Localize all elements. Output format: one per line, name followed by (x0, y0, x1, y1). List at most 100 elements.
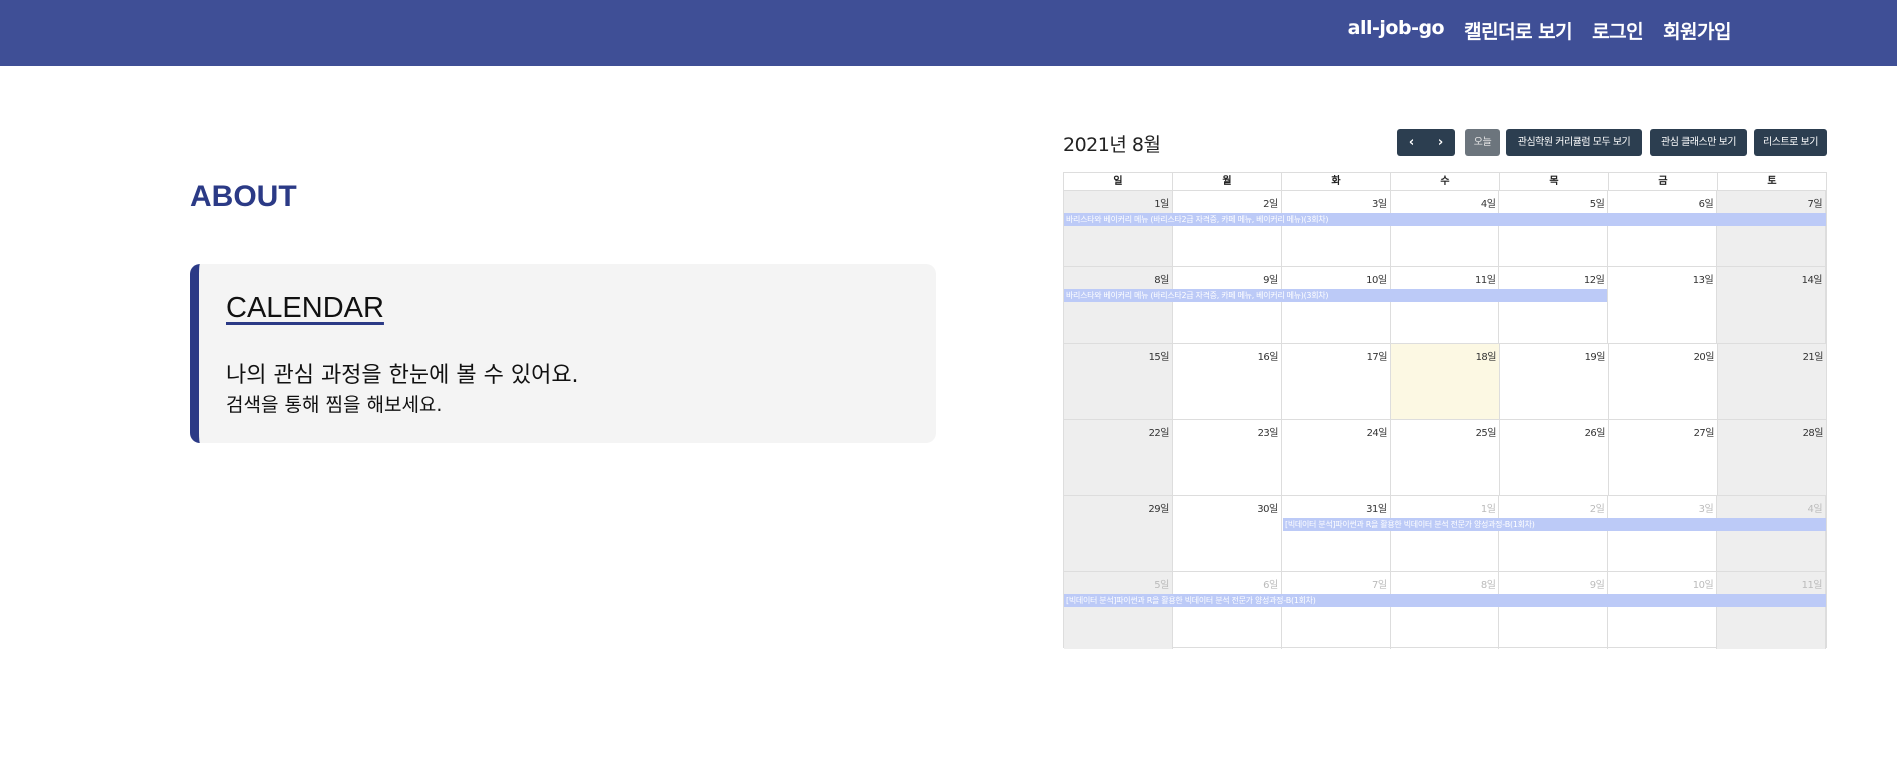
day-number: 31일 (1366, 504, 1387, 516)
weekday-tue: 화 (1282, 173, 1391, 190)
day-cell[interactable]: 12일 (1499, 267, 1609, 343)
day-number: 22일 (1148, 427, 1170, 439)
day-number: 26일 (1584, 427, 1606, 439)
calendar-view-link[interactable]: 캘린더로 보기 (1464, 17, 1573, 44)
day-cell[interactable]: 29일 (1064, 496, 1173, 572)
day-cell[interactable]: 30일 (1173, 496, 1282, 572)
day-number: 21일 (1802, 351, 1824, 363)
calendar-event[interactable]: [빅데이터 분석]파이썬과 R을 활용한 빅데이터 분석 전문가 양성과정-B(… (1064, 594, 1826, 608)
day-number: 24일 (1366, 427, 1388, 439)
login-link[interactable]: 로그인 (1592, 17, 1643, 44)
month-nav-group: ‹ › (1397, 129, 1455, 156)
calendar-event[interactable]: 바리스타와 베이커리 메뉴 (바리스타2급 자격증, 카페 메뉴, 베이커리 메… (1064, 289, 1607, 303)
day-number: 3일 (1372, 199, 1387, 210)
day-cell[interactable]: 7일 (1717, 191, 1827, 267)
day-number: 30일 (1257, 504, 1278, 516)
day-number: 13일 (1692, 275, 1714, 287)
day-number: 19일 (1584, 351, 1606, 363)
day-number: 9일 (1589, 580, 1605, 592)
day-number: 3일 (1698, 504, 1714, 516)
calendar-week-6: 5일 6일 7일 8일 9일 10일 11일 [빅데이터 분석]파이썬과 R을 … (1064, 572, 1827, 649)
card-title: CALENDAR (226, 292, 384, 324)
day-cell[interactable]: 21일 (1718, 343, 1826, 419)
weekday-sun: 일 (1064, 173, 1173, 190)
day-cell[interactable]: 5일 (1064, 572, 1173, 649)
day-cell[interactable]: 31일 (1282, 496, 1391, 572)
day-number: 10일 (1692, 580, 1714, 592)
day-cell[interactable]: 10일 (1282, 267, 1391, 343)
day-cell[interactable]: 8일 (1064, 267, 1173, 343)
day-cell[interactable]: 2일 (1499, 496, 1609, 572)
day-number: 15일 (1148, 351, 1170, 363)
day-cell[interactable]: 15일 (1064, 343, 1173, 419)
day-cell[interactable]: 1일 (1391, 496, 1500, 572)
day-cell[interactable]: 20일 (1609, 343, 1718, 419)
today-button[interactable]: 오늘 (1465, 129, 1500, 156)
day-cell[interactable]: 7일 (1282, 572, 1391, 649)
day-cell[interactable]: 14일 (1717, 267, 1827, 343)
day-number: 20일 (1693, 351, 1715, 363)
day-number: 7일 (1807, 199, 1823, 210)
day-number: 5일 (1154, 580, 1169, 592)
day-number: 5일 (1589, 199, 1605, 210)
day-cell[interactable]: 24일 (1282, 419, 1391, 496)
day-number: 6일 (1263, 580, 1278, 592)
day-cell[interactable]: 6일 (1173, 572, 1282, 649)
day-cell[interactable]: 9일 (1173, 267, 1282, 343)
brand-link[interactable]: all-job-go (1348, 17, 1445, 44)
calendar-week-5: 29일 30일 31일 1일 2일 3일 4일 [빅데이터 분석]파이썬과 R을… (1064, 496, 1827, 573)
day-cell[interactable]: 4일 (1717, 496, 1827, 572)
day-cell[interactable]: 26일 (1500, 419, 1609, 496)
day-cell[interactable]: 11일 (1717, 572, 1827, 649)
day-cell[interactable]: 4일 (1391, 191, 1500, 267)
day-cell[interactable]: 27일 (1609, 419, 1718, 496)
about-title: ABOUT (190, 180, 297, 213)
calendar-week-4: 22일 23일 24일 25일 26일 27일 28일 (1064, 419, 1826, 497)
day-cell[interactable]: 6일 (1608, 191, 1718, 267)
list-view-button[interactable]: 리스트로 보기 (1754, 129, 1827, 156)
day-cell[interactable]: 28일 (1718, 419, 1826, 496)
day-cell[interactable]: 3일 (1282, 191, 1391, 267)
weekday-wed: 수 (1391, 173, 1500, 190)
day-cell[interactable]: 2일 (1173, 191, 1282, 267)
day-cell[interactable]: 16일 (1173, 343, 1282, 419)
calendar-week-2: 8일 9일 10일 11일 12일 13일 14일 바리스타와 베이커리 메뉴 … (1064, 267, 1827, 344)
signup-link[interactable]: 회원가입 (1663, 17, 1731, 44)
day-cell[interactable]: 11일 (1391, 267, 1500, 343)
all-curriculum-button[interactable]: 관심학원 커리큘럼 모두 보기 (1506, 129, 1642, 156)
day-cell[interactable]: 23일 (1173, 419, 1282, 496)
day-number: 28일 (1802, 427, 1824, 439)
day-number: 6일 (1698, 199, 1714, 210)
day-cell[interactable]: 1일 (1064, 191, 1173, 267)
day-cell[interactable]: 5일 (1499, 191, 1609, 267)
day-number: 7일 (1372, 580, 1387, 592)
day-cell[interactable]: 10일 (1608, 572, 1718, 649)
chevron-left-icon[interactable]: ‹ (1397, 129, 1426, 156)
chevron-right-icon[interactable]: › (1426, 129, 1455, 156)
day-cell[interactable]: 17일 (1282, 343, 1391, 419)
day-number: 11일 (1475, 275, 1496, 287)
day-cell[interactable]: 25일 (1391, 419, 1500, 496)
day-number: 11일 (1801, 580, 1823, 592)
day-cell[interactable]: 8일 (1391, 572, 1500, 649)
calendar-month-title: 2021년 8월 (1063, 134, 1161, 156)
calendar-event[interactable]: [빅데이터 분석]파이썬과 R을 활용한 빅데이터 분석 전문가 양성과정-B(… (1283, 518, 1826, 532)
day-number: 16일 (1257, 351, 1279, 363)
day-cell[interactable]: 22일 (1064, 419, 1173, 496)
day-cell-today[interactable]: 18일 (1391, 343, 1500, 419)
calendar-event[interactable]: 바리스타와 베이커리 메뉴 (바리스타2급 자격증, 카페 메뉴, 베이커리 메… (1064, 213, 1826, 226)
day-cell[interactable]: 9일 (1499, 572, 1609, 649)
day-cell[interactable]: 13일 (1608, 267, 1718, 343)
day-cell[interactable]: 19일 (1500, 343, 1609, 419)
day-number: 8일 (1154, 275, 1169, 287)
class-only-button[interactable]: 관심 클래스만 보기 (1650, 129, 1747, 156)
weekday-sat: 토 (1767, 176, 1777, 187)
day-number: 8일 (1480, 580, 1496, 592)
card-description-2: 검색을 통해 찜을 해보세요. (226, 394, 443, 416)
day-number: 14일 (1801, 275, 1823, 287)
day-cell[interactable]: 3일 (1608, 496, 1718, 572)
day-number: 1일 (1154, 199, 1169, 210)
calendar-info-card: CALENDAR 나의 관심 과정을 한눈에 볼 수 있어요. 검색을 통해 찜… (190, 264, 936, 443)
day-number: 23일 (1257, 427, 1279, 439)
month-calendar: 일 월 화 수 목 금 토 1일 2일 3일 4일 5일 6일 7일 바리스타와… (1063, 172, 1827, 649)
